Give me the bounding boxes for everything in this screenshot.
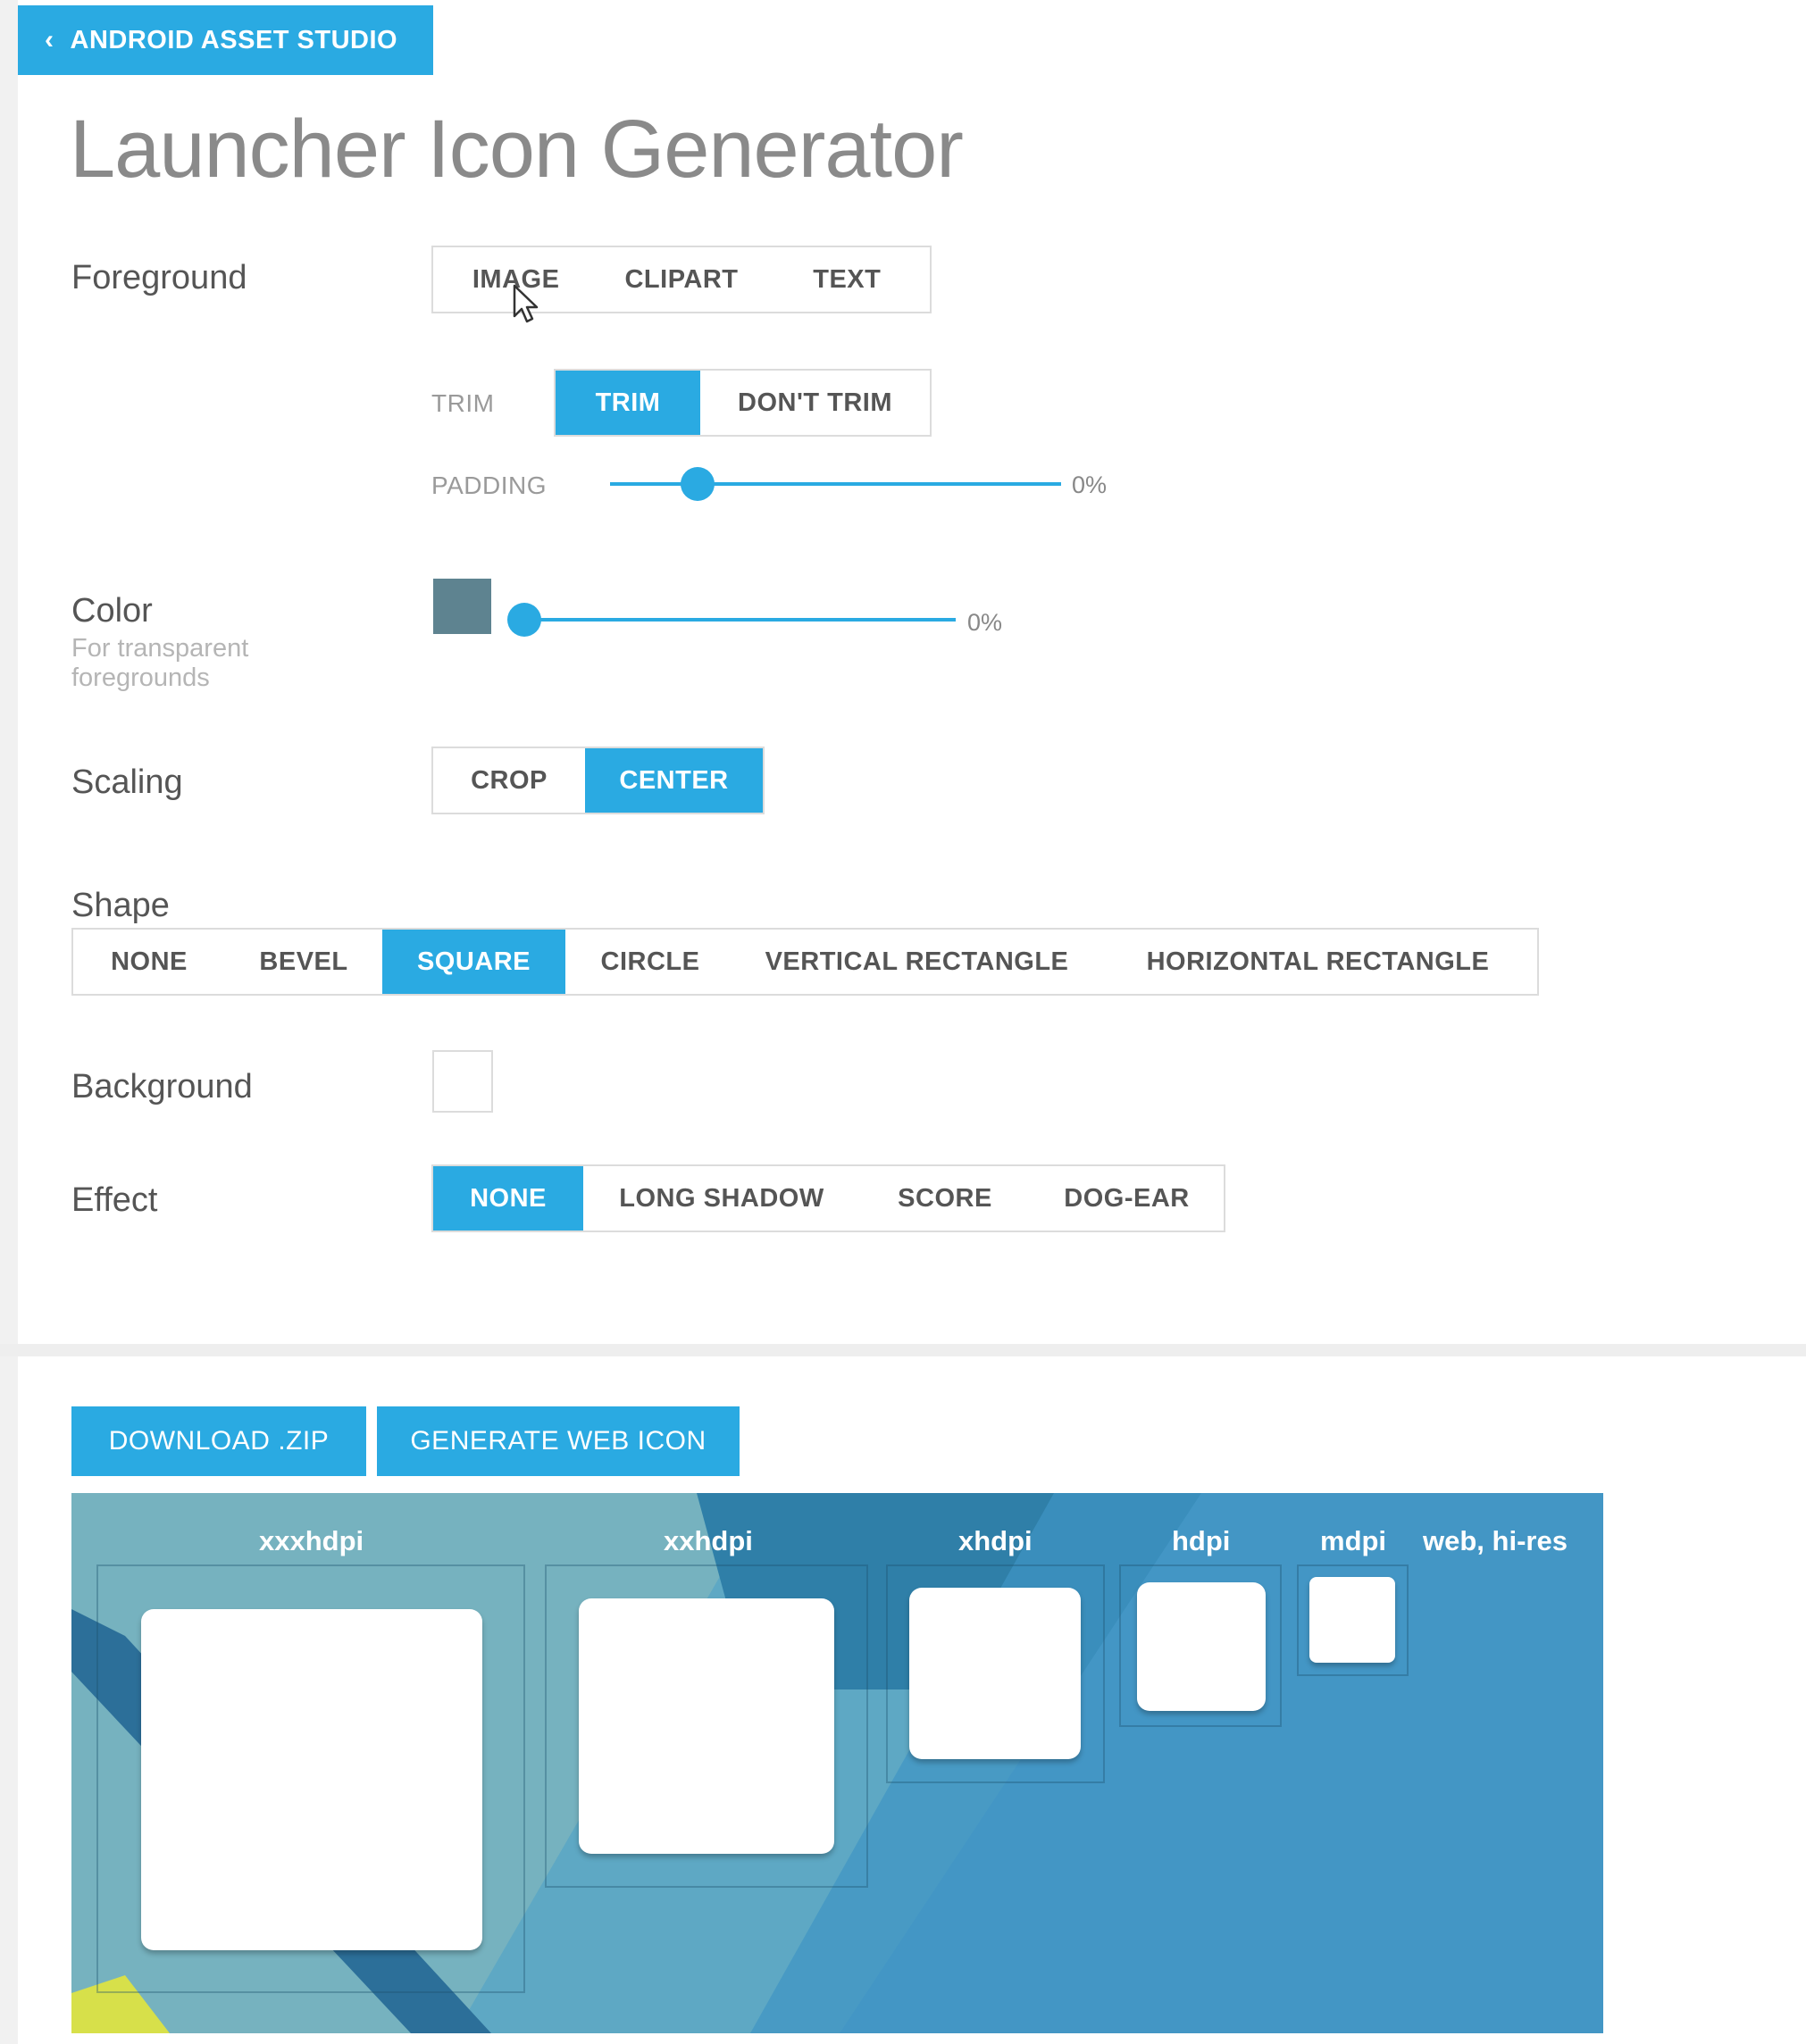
color-sublabel: For transparent foregrounds [71, 634, 249, 692]
density-label-xxhdpi: xxhdpi [664, 1525, 753, 1556]
chevron-left-icon: ‹ [45, 25, 54, 54]
density-label-xxxhdpi: xxxhdpi [259, 1525, 364, 1556]
effect-option-none[interactable]: NONE [433, 1166, 583, 1231]
page-title: Launcher Icon Generator [70, 104, 964, 195]
padding-slider-thumb[interactable] [681, 467, 715, 501]
shape-segmented: NONE BEVEL SQUARE CIRCLE VERTICAL RECTAN… [71, 928, 1539, 996]
scaling-segmented: CROP CENTER [431, 747, 765, 814]
shape-option-circle[interactable]: CIRCLE [565, 930, 735, 994]
scaling-option-center[interactable]: CENTER [585, 748, 763, 813]
shape-option-vertical-rectangle[interactable]: VERTICAL RECTANGLE [735, 930, 1099, 994]
download-zip-button[interactable]: DOWNLOAD .ZIP [71, 1406, 366, 1476]
hdpi-icon-preview [1137, 1582, 1266, 1711]
trim-option-trim[interactable]: TRIM [556, 371, 700, 435]
effect-option-long-shadow[interactable]: LONG SHADOW [583, 1166, 860, 1231]
color-label: Color [71, 592, 153, 630]
back-to-asset-studio-button[interactable]: ‹ ANDROID ASSET STUDIO [18, 5, 433, 75]
density-label-web-hi-res: web, hi-res [1423, 1525, 1568, 1556]
density-label-xhdpi: xhdpi [958, 1525, 1033, 1556]
density-label-hdpi: hdpi [1172, 1525, 1231, 1556]
padding-label: PADDING [431, 471, 547, 499]
padding-slider-track[interactable] [610, 482, 1061, 486]
shape-option-horizontal-rectangle[interactable]: HORIZONTAL RECTANGLE [1099, 930, 1537, 994]
shape-option-none[interactable]: NONE [73, 930, 225, 994]
effect-option-score[interactable]: SCORE [860, 1166, 1030, 1231]
icon-preview-area: xxxhdpi xxhdpi xhdpi hdpi mdpi web, hi-r… [71, 1493, 1603, 2033]
back-label: ANDROID ASSET STUDIO [70, 25, 398, 54]
background-label: Background [71, 1068, 253, 1105]
color-swatch[interactable] [433, 579, 491, 634]
scaling-label: Scaling [71, 763, 183, 801]
background-color-swatch[interactable] [432, 1050, 493, 1113]
trim-label: TRIM [431, 389, 495, 417]
color-opacity-value: 0% [967, 609, 1003, 636]
effect-label: Effect [71, 1181, 158, 1219]
effect-option-dog-ear[interactable]: DOG-EAR [1030, 1166, 1224, 1231]
foreground-option-text[interactable]: TEXT [765, 247, 930, 312]
foreground-label: Foreground [71, 259, 247, 296]
color-opacity-slider-thumb[interactable] [507, 603, 541, 637]
foreground-type-segmented: IMAGE CLIPART TEXT [431, 246, 932, 313]
mouse-cursor-icon [513, 284, 539, 323]
density-label-mdpi: mdpi [1320, 1525, 1387, 1556]
generate-web-icon-button[interactable]: GENERATE WEB ICON [377, 1406, 740, 1476]
section-divider [0, 1344, 1806, 1356]
xxxhdpi-icon-preview [141, 1609, 482, 1950]
scaling-option-crop[interactable]: CROP [433, 748, 585, 813]
xxhdpi-icon-preview [579, 1598, 834, 1854]
padding-value: 0% [1072, 471, 1108, 498]
mdpi-icon-preview [1309, 1577, 1395, 1663]
shape-option-square[interactable]: SQUARE [382, 930, 565, 994]
shape-label: Shape [71, 887, 170, 924]
xhdpi-icon-preview [909, 1588, 1081, 1759]
shape-option-bevel[interactable]: BEVEL [225, 930, 382, 994]
trim-segmented: TRIM DON'T TRIM [554, 369, 932, 437]
foreground-option-clipart[interactable]: CLIPART [598, 247, 764, 312]
effect-segmented: NONE LONG SHADOW SCORE DOG-EAR [431, 1164, 1225, 1232]
color-opacity-slider-track[interactable] [523, 618, 956, 622]
trim-option-dont-trim[interactable]: DON'T TRIM [700, 371, 930, 435]
